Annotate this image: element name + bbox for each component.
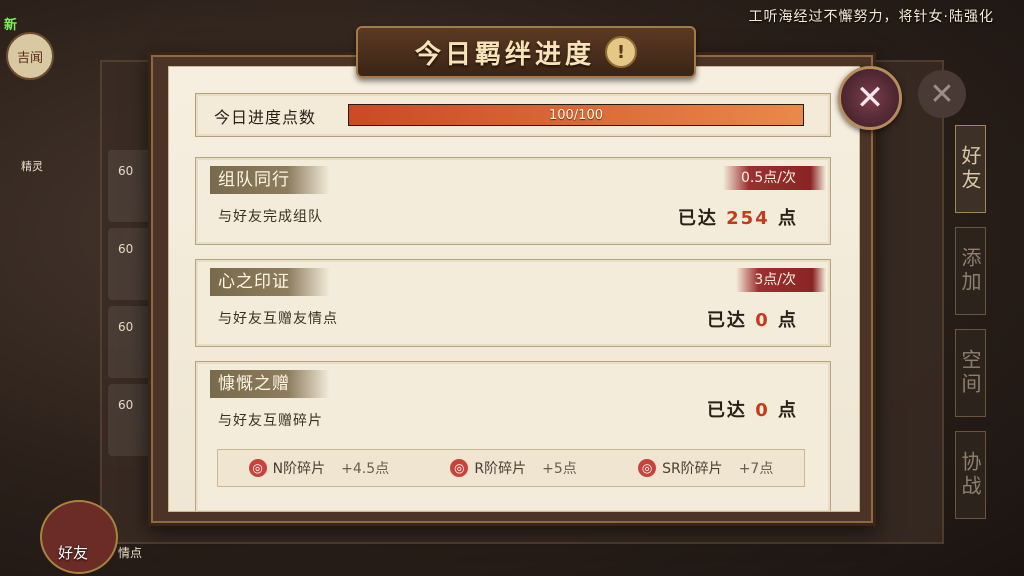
background-close-icon: ✕ [918, 70, 966, 118]
card-desc: 与好友互赠碎片 [218, 413, 323, 429]
left-column: 新 吉闻 精灵 [0, 0, 70, 576]
right-tabs: 好友 添加 空间 协战 [955, 125, 1005, 533]
friend-avatar-button[interactable]: 好友 [40, 500, 118, 574]
progress-label: 今日进度点数 [214, 108, 317, 127]
tab-cowar[interactable]: 协战 [955, 431, 986, 519]
card-title: 慷慨之赠 [210, 370, 330, 398]
bond-progress-modal: 今日进度点数 100/100 组队同行 与好友完成组队 0.5点/次 已达 25… [168, 66, 860, 512]
tab-space[interactable]: 空间 [955, 329, 986, 417]
achieved-text: 已达 0 点 [707, 306, 798, 332]
card-gift: 慷慨之赠 与好友互赠碎片 已达 0 点 [195, 361, 831, 511]
shard-r: ◎ R阶碎片 +5点 [450, 458, 577, 478]
card-desc: 与好友完成组队 [218, 209, 323, 225]
achieved-prefix: 已达 [706, 400, 747, 421]
modal-title: 今日羁绊进度 [414, 39, 595, 70]
jingling-button[interactable]: 精灵 [12, 118, 52, 174]
shard-n: ◎ N阶碎片 +4.5点 [248, 458, 390, 478]
achieved-prefix: 已达 [677, 208, 718, 229]
progress-bar: 100/100 [348, 104, 804, 126]
achieved-suffix: 点 [778, 400, 798, 421]
shard-sr: ◎ SR阶碎片 +7点 [638, 458, 773, 478]
tab-add[interactable]: 添加 [955, 227, 986, 315]
jiwen-button[interactable]: 吉闻 [6, 32, 54, 80]
card-title: 组队同行 [210, 166, 330, 194]
info-icon[interactable]: ! [605, 36, 637, 68]
tab-friends[interactable]: 好友 [955, 125, 986, 213]
achieved-value: 0 [755, 400, 770, 421]
achieved-suffix: 点 [778, 310, 798, 331]
achieved-text: 已达 254 点 [678, 204, 798, 230]
achieved-prefix: 已达 [706, 310, 747, 331]
achieved-value: 0 [755, 310, 770, 331]
tomoe-icon: ◎ [248, 459, 267, 477]
progress-box: 今日进度点数 100/100 [195, 93, 831, 137]
top-notice: 工听海经过不懈努力，将针女·陆强化 [748, 9, 994, 25]
close-icon: ✕ [855, 78, 885, 118]
achieved-value: 254 [726, 208, 770, 229]
modal-title-banner: 今日羁绊进度 ! [356, 26, 696, 78]
shard-bonus: +4.5点 [341, 461, 390, 477]
rate-badge: 0.5点/次 [723, 166, 826, 190]
card-desc: 与好友互赠友情点 [218, 311, 338, 327]
card-team: 组队同行 与好友完成组队 0.5点/次 已达 254 点 [195, 157, 831, 245]
tomoe-icon: ◎ [450, 459, 469, 477]
shard-label: SR阶碎片 [662, 461, 723, 477]
shard-label: R阶碎片 [474, 461, 527, 477]
shard-bonus: +5点 [542, 461, 577, 477]
qingdian-label: 情点 [118, 546, 143, 560]
new-badge: 新 [4, 18, 18, 33]
shard-label: N阶碎片 [272, 461, 326, 477]
tomoe-icon: ◎ [638, 459, 657, 477]
card-title: 心之印证 [210, 268, 330, 296]
card-heart: 心之印证 与好友互赠友情点 3点/次 已达 0 点 [195, 259, 831, 347]
achieved-text: 已达 0 点 [707, 396, 798, 422]
close-button[interactable]: ✕ [838, 66, 902, 130]
progress-text: 100/100 [548, 107, 603, 123]
rate-badge: 3点/次 [736, 268, 826, 292]
achieved-suffix: 点 [778, 208, 798, 229]
shard-bonus-row: ◎ N阶碎片 +4.5点 ◎ R阶碎片 +5点 ◎ SR阶碎片 +7点 [217, 449, 805, 487]
friend-label: 好友 [58, 544, 89, 562]
shard-bonus: +7点 [738, 461, 774, 477]
